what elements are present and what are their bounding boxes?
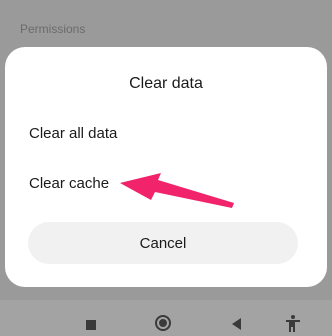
recents-icon[interactable]	[86, 320, 96, 330]
system-navigation-bar	[0, 300, 332, 336]
dialog-title: Clear data	[129, 75, 203, 92]
clear-data-dialog: Clear data Clear all data Clear cache Ca…	[5, 47, 327, 287]
accessibility-icon[interactable]	[283, 314, 303, 334]
permissions-section-label: Permissions	[20, 22, 86, 36]
clear-cache-option[interactable]: Clear cache	[29, 175, 109, 192]
clear-all-data-option[interactable]: Clear all data	[29, 125, 117, 142]
back-icon[interactable]	[232, 318, 241, 330]
cancel-button[interactable]: Cancel	[28, 222, 298, 264]
home-icon[interactable]	[155, 315, 171, 331]
